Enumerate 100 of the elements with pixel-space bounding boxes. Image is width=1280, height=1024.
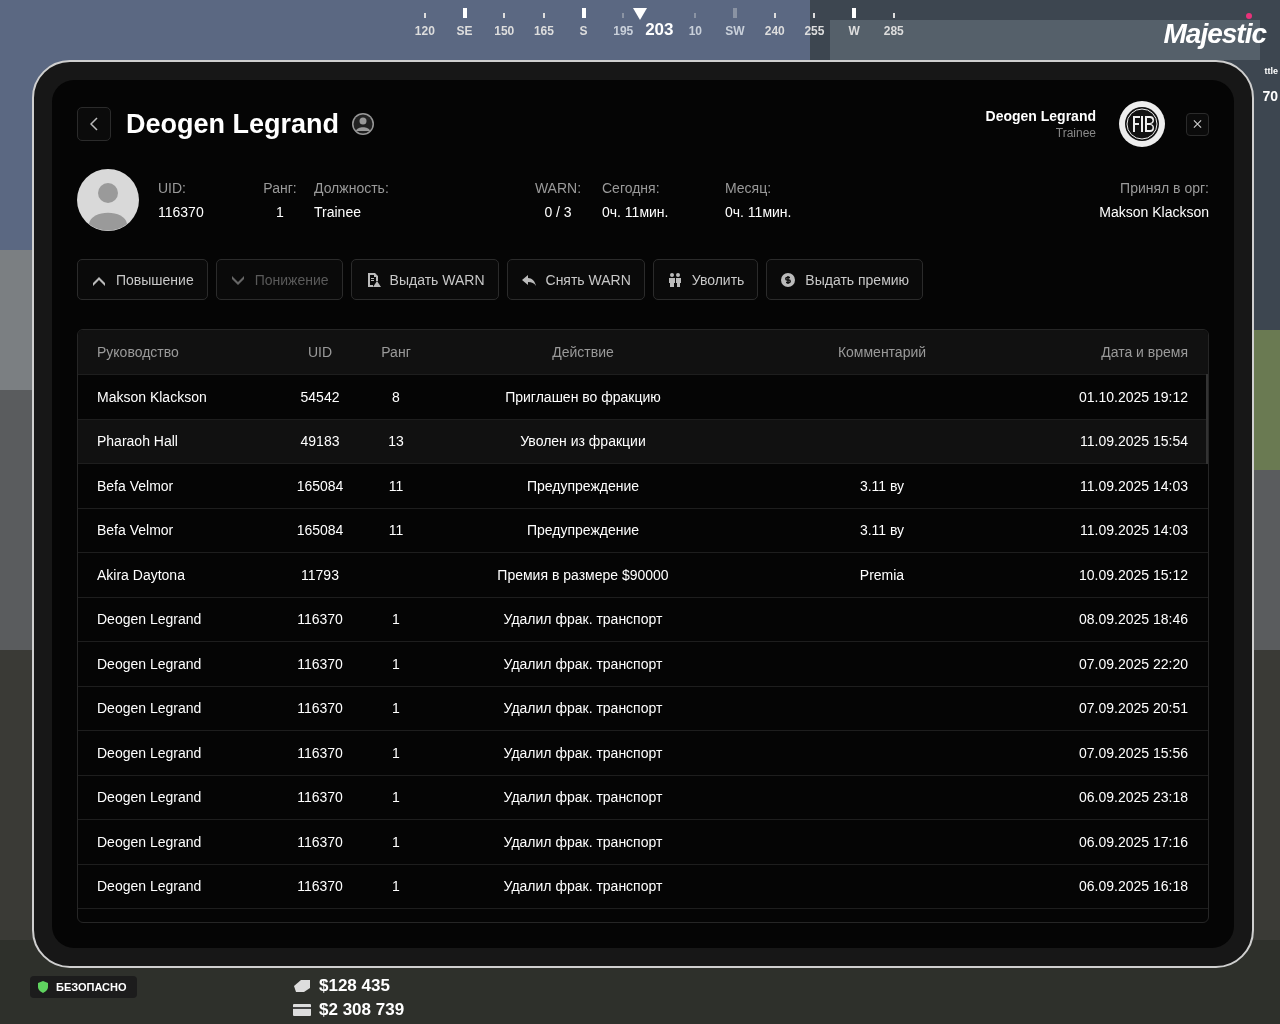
table-cell-text: Премия в размере $90000 [496,566,670,583]
logo: Majestic [1163,20,1266,48]
table-cell-text: 11.09.2025 14:03 [1079,522,1188,539]
person-icon [351,112,376,136]
field-label: WARN: [534,180,582,196]
table-cell-text: 1 [391,878,401,895]
action-button[interactable]: Выдать премию [766,259,924,300]
table-cell-text: 08.09.2025 18:46 [1078,611,1188,628]
shield-icon [38,981,48,993]
table-cell-text: Deogen Legrand [97,744,203,761]
field-label: Сегодня: [602,180,661,196]
column-header: Действие [551,344,615,360]
table-row[interactable]: Deogen Legrand 116370 1 Удалил фрак. транспорт 07.09.2025 22:20 [78,642,1208,687]
field-value: 0ч. 11мин. [725,204,793,220]
table-row[interactable]: Deogen Legrand 116370 1 Удалил фрак. транспорт 06.09.2025 16:18 [78,864,1208,909]
field-value: Trainee [314,204,362,220]
compass-label: 255 [804,24,825,38]
table-cell-text: 49183 [299,433,341,450]
compass-label: S [579,24,588,38]
table-cell-text: Удалил фрак. транспорт [502,744,664,761]
table-cell-text: 11793 [300,566,340,583]
action-icon [780,271,797,288]
field-label: Месяц: [725,180,773,196]
compass-label: W [848,24,860,38]
field-label: Ранг: [263,180,297,196]
action-button[interactable]: Снять WARN [506,259,645,300]
user-rank: Trainee [1055,126,1096,140]
field-value: 0ч. 11мин. [602,204,670,220]
table-cell-text: 116370 [296,789,344,806]
table-cell-text: Удалил фрак. транспорт [502,611,664,628]
table-cell-text: Deogen Legrand [97,833,203,850]
action-button[interactable]: Уволить [652,259,759,300]
table-cell-text: 116370 [296,878,344,895]
table-cell-text: 11.09.2025 15:54 [1079,433,1188,450]
compass-label: 165 [533,24,554,38]
table-row[interactable]: Deogen Legrand 116370 1 Удалил фрак. транспорт 08.09.2025 18:46 [78,597,1208,642]
table-cell-text: 116370 [296,611,344,628]
compass-label: 195 [613,24,634,38]
table-row[interactable]: Deogen Legrand 116370 1 Удалил фрак. транспорт 07.09.2025 20:51 [78,686,1208,731]
avatar [77,169,139,231]
table-cell-text: 1 [391,611,401,628]
table-cell-text: Удалил фрак. транспорт [502,655,664,672]
table-cell-text: 3.11 ву [858,477,906,494]
emblem-icon [1118,100,1166,148]
table-cell-text: Akira Daytona [97,566,186,583]
table-cell-text: 1 [391,655,401,672]
logo-dot-icon [1246,13,1252,19]
table-row[interactable]: Deogen Legrand 116370 1 Удалил фрак. транспорт 06.09.2025 23:18 [78,775,1208,820]
close-button[interactable] [1186,112,1209,136]
table-row[interactable]: Pharaoh Hall 49183 13 Уволен из фракции 11.09.2025 15:54 [78,419,1208,464]
table-cell-text: 165084 [295,522,345,539]
table-cell-text: Deogen Legrand [97,655,203,672]
table-cell-text: Уволен из фракции [519,433,647,450]
table-cell-text: Befa Velmor [97,522,175,539]
member-name: Deogen Legrand [126,108,340,140]
table-cell-text: 07.09.2025 15:56 [1078,744,1188,761]
compass-heading: 203 [645,20,674,40]
table-cell-text: Предупреждение [525,522,641,539]
table-cell-text: 01.10.2025 19:12 [1078,388,1188,405]
action-icon [666,271,683,288]
table-cell-text: 11 [387,477,405,494]
table-cell-text: 07.09.2025 20:51 [1078,700,1188,717]
table-row[interactable]: Deogen Legrand 116370 1 Удалил фрак. транспорт 06.09.2025 17:16 [78,820,1208,865]
action-button[interactable]: Повышение [77,259,208,300]
compass-label: 120 [414,24,435,38]
compass-label: SW [725,24,745,38]
bank-amount: $2 308 739 [319,1000,405,1020]
table-cell-text: Приглашен во фракцию [504,388,662,405]
compass-label: 10 [688,24,702,38]
cash-icon [293,980,311,992]
table-cell-text: 116370 [296,655,344,672]
table-row[interactable]: Akira Daytona 11793 Премия в размере $90000 Premia 10.09.2025 15:12 [78,553,1208,598]
table-cell-text: 116370 [296,833,344,850]
table-cell-text: Makson Klackson [97,388,208,405]
table-row[interactable]: Befa Velmor 165084 11 Предупреждение 3.11 ву 11.09.2025 14:03 [78,508,1208,553]
table-cell-text: 1 [391,789,401,806]
table-cell-text: Deogen Legrand [97,700,203,717]
card-icon [293,1004,311,1016]
compass-label: 150 [494,24,515,38]
user-name: Deogen Legrand [985,108,1096,124]
table-cell-text: 3.11 ву [858,522,906,539]
column-header: Ранг [380,344,412,360]
column-header: UID [306,344,334,360]
column-header: Комментарий [836,344,928,360]
field-label: Принял в орг: [1120,180,1209,196]
table-cell-text: Удалил фрак. транспорт [502,789,664,806]
table-cell-text: 06.09.2025 17:16 [1078,833,1188,850]
close-icon [1193,119,1202,129]
table-cell-text: 10.09.2025 15:12 [1078,566,1188,583]
table-row[interactable]: Deogen Legrand 116370 1 Удалил фрак. транспорт 07.09.2025 15:56 [78,731,1208,776]
back-button[interactable] [77,107,111,141]
field-value: Makson Klackson [1099,204,1209,220]
field-label: UID: [158,180,187,196]
table-row[interactable]: Befa Velmor 165084 11 Предупреждение 3.11 ву 11.09.2025 14:03 [78,464,1208,509]
table-cell-text: 116370 [296,744,344,761]
column-header: Руководство [97,344,180,360]
action-button[interactable]: Выдать WARN [350,259,499,300]
table-cell-text: Pharaoh Hall [97,433,179,450]
table-row[interactable]: Makson Klackson 54542 8 Приглашен во фракцию 01.10.2025 19:12 [78,375,1208,420]
field-value: 116370 [158,204,205,220]
